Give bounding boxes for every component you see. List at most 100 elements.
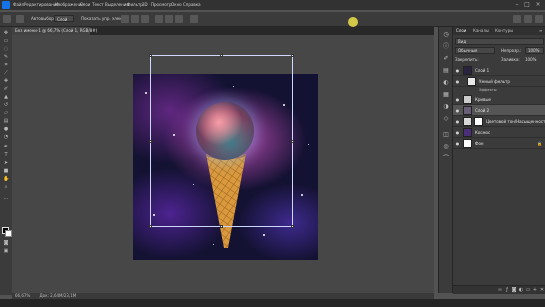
opacity-field[interactable]: 100% (525, 47, 544, 54)
more-tools-icon[interactable]: ⋯ (3, 197, 9, 202)
move-icon[interactable]: ✥ (3, 31, 9, 36)
layer-name[interactable]: Умный фильтр (479, 76, 510, 87)
layer-row[interactable]: ● Фон 🔒 (453, 138, 545, 149)
align-right-icon[interactable] (141, 15, 149, 23)
transform-handle[interactable] (291, 54, 294, 57)
align-top-icon[interactable] (155, 15, 163, 23)
info-icon[interactable]: ⓘ (442, 43, 450, 51)
eye-icon[interactable]: ● (455, 68, 460, 73)
layer-mask-thumbnail[interactable] (474, 117, 483, 126)
eraser-icon[interactable]: ▱ (3, 111, 9, 116)
tab-paths[interactable]: Контуры (495, 27, 513, 35)
align-middle-icon[interactable] (165, 15, 173, 23)
menu-type[interactable]: Текст (92, 1, 104, 9)
quick-mask-icon[interactable]: ◙ (3, 241, 9, 246)
menu-file[interactable]: Файл (13, 1, 24, 9)
marquee-icon[interactable]: ▭ (3, 39, 9, 44)
quick-select-icon[interactable]: ✎ (3, 55, 9, 60)
type-icon[interactable]: T (3, 153, 9, 158)
crop-icon[interactable]: ⌗ (3, 63, 9, 68)
transform-handle[interactable] (149, 225, 152, 228)
layer-effects-row[interactable]: Эффекты (453, 87, 545, 93)
adjustments-icon[interactable]: ◑ (442, 103, 450, 111)
zoom-icon[interactable]: ⌕ (3, 185, 9, 190)
properties-icon[interactable]: ▤ (442, 67, 450, 75)
layer-row[interactable]: ● Космос (453, 127, 545, 138)
menu-filter[interactable]: Фильтр (127, 1, 143, 9)
move-tool-icon[interactable] (16, 15, 24, 23)
eyedropper-icon[interactable]: ⟋ (3, 71, 9, 76)
layer-row[interactable]: ● Умный фильтр (453, 76, 545, 87)
background-color-swatch[interactable] (5, 230, 12, 237)
layer-thumbnail[interactable] (463, 66, 472, 75)
panel-menu-icon[interactable]: ≡ (539, 27, 542, 35)
hand-icon[interactable]: ✋ (3, 177, 9, 182)
layer-thumbnail[interactable] (467, 77, 476, 86)
menu-layers[interactable]: Слои (80, 1, 90, 9)
fx-icon[interactable]: ƒ (504, 287, 510, 293)
folder-icon[interactable]: ▭ (525, 287, 531, 293)
layer-name[interactable]: Слой 1 (475, 65, 489, 76)
eye-icon[interactable]: ● (455, 79, 460, 84)
layer-name[interactable]: Цветовой тон/Насыщенность 1 (486, 116, 545, 127)
history-brush-icon[interactable]: ↺ (3, 103, 9, 108)
gradient-icon[interactable]: ▤ (3, 119, 9, 124)
layer-row-selected[interactable]: ● Слой 2 (453, 105, 545, 116)
layer-filter-dropdown[interactable]: Вид (455, 38, 544, 45)
transform-handle[interactable] (220, 54, 223, 57)
transform-handle[interactable] (291, 225, 294, 228)
shape-icon[interactable]: ■ (3, 169, 9, 174)
heal-icon[interactable]: ✚ (3, 79, 9, 84)
align-left-icon[interactable] (121, 15, 129, 23)
tab-layers[interactable]: Слои (456, 27, 466, 35)
blend-mode-dropdown[interactable]: Обычные (455, 47, 495, 54)
autoselect-dropdown[interactable]: Слой (54, 15, 74, 22)
transform-handle[interactable] (149, 140, 152, 143)
share-icon[interactable] (535, 15, 543, 23)
eye-icon[interactable]: ● (455, 130, 460, 135)
eye-icon[interactable]: ● (455, 141, 460, 146)
libraries-icon[interactable]: ◇ (442, 115, 450, 123)
lasso-icon[interactable]: ◌ (3, 47, 9, 52)
layer-name[interactable]: Кривые (475, 94, 491, 105)
layer-name[interactable]: Фон (475, 138, 484, 149)
menu-select[interactable]: Выделение (105, 1, 129, 9)
menu-help[interactable]: Справка (183, 1, 201, 9)
align-bottom-icon[interactable] (175, 15, 183, 23)
channels-icon[interactable]: ◎ (442, 143, 450, 151)
path-select-icon[interactable]: ➤ (3, 161, 9, 166)
eye-icon[interactable]: ● (455, 97, 460, 102)
color-icon[interactable]: ◐ (442, 79, 450, 87)
new-layer-icon[interactable]: + (532, 287, 538, 293)
paths-icon[interactable]: ⌒ (442, 155, 450, 163)
minimize-button[interactable]: – (513, 1, 521, 9)
layer-name[interactable]: Космос (475, 127, 490, 138)
screen-mode-icon[interactable]: ▣ (3, 249, 9, 254)
menu-3d[interactable]: 3D (142, 1, 148, 9)
layer-thumbnail[interactable] (463, 128, 472, 137)
more-options-icon[interactable] (190, 15, 198, 23)
search-icon[interactable] (513, 15, 521, 23)
workspace-icon[interactable] (524, 15, 532, 23)
transform-handle[interactable] (220, 225, 223, 228)
eye-icon[interactable]: ● (455, 108, 460, 113)
adjustment-icon[interactable]: ◐ (518, 287, 524, 293)
stamp-icon[interactable]: ▲ (3, 95, 9, 100)
document-tab[interactable]: Без имени-1 @ 66,7% (Слой 1, RGB/8#) (12, 27, 97, 35)
brush-settings-icon[interactable]: ✐ (442, 55, 450, 63)
layer-name[interactable]: Слой 2 (475, 105, 489, 116)
menu-window[interactable]: Окно (171, 1, 182, 9)
layer-row[interactable]: ● Цветовой тон/Насыщенность 1 (453, 116, 545, 127)
tab-channels[interactable]: Каналы (473, 27, 489, 35)
mask-icon[interactable]: ◙ (511, 287, 517, 293)
document-size[interactable]: Док: 2,64M/23,1M (40, 293, 77, 298)
dodge-icon[interactable]: ◔ (3, 135, 9, 140)
transform-handle[interactable] (291, 140, 294, 143)
eye-icon[interactable]: ● (455, 119, 460, 124)
layer-thumbnail[interactable] (463, 117, 472, 126)
show-transform-controls[interactable]: Показать упр. элем. (81, 15, 123, 23)
blur-icon[interactable]: ● (3, 127, 9, 132)
swatches-icon[interactable]: ▦ (442, 91, 450, 99)
layer-thumbnail[interactable] (463, 139, 472, 148)
layers-icon[interactable]: ◫ (442, 131, 450, 139)
